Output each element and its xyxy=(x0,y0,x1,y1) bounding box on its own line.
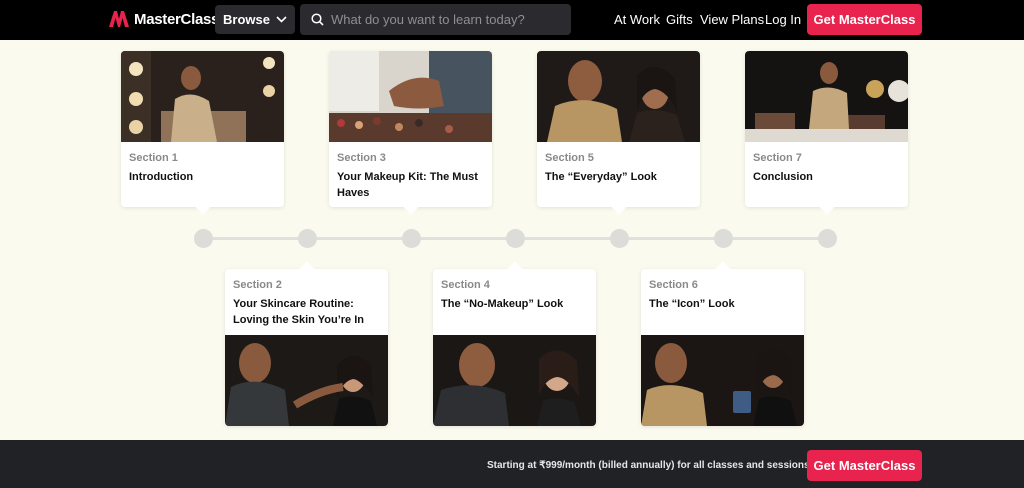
section-label: Section 6 xyxy=(649,279,698,291)
section-thumbnail xyxy=(121,51,284,142)
chevron-down-icon xyxy=(276,16,287,23)
browse-label: Browse xyxy=(223,12,270,27)
get-masterclass-footer-button[interactable]: Get MasterClass xyxy=(807,450,922,481)
section-card-1[interactable]: Section 1 Introduction xyxy=(121,51,284,215)
card-pointer xyxy=(610,197,628,215)
nav-link-log-in[interactable]: Log In xyxy=(765,12,801,27)
timeline-dot-4[interactable] xyxy=(506,229,525,248)
timeline-dot-3[interactable] xyxy=(402,229,421,248)
section-title: The “Everyday” Look xyxy=(545,171,657,183)
search-icon xyxy=(311,13,324,26)
timeline-dot-5[interactable] xyxy=(610,229,629,248)
section-title: Your Skincare Routine: Loving the Skin Y… xyxy=(233,298,364,326)
masterclass-logo[interactable]: MasterClass xyxy=(108,10,219,28)
timeline-dot-6[interactable] xyxy=(714,229,733,248)
card-pointer xyxy=(818,197,836,215)
section-title: The “No-Makeup” Look xyxy=(441,298,564,310)
section-label: Section 7 xyxy=(753,152,802,164)
section-card-7[interactable]: Section 7 Conclusion xyxy=(745,51,908,215)
section-title: Introduction xyxy=(129,171,194,183)
section-title: Conclusion xyxy=(753,171,813,183)
section-card-2[interactable]: Section 2 Your Skincare Routine: Loving … xyxy=(225,261,388,426)
timeline-dot-7[interactable] xyxy=(818,229,837,248)
section-label: Section 1 xyxy=(129,152,178,164)
brand-name: MasterClass xyxy=(134,10,220,28)
masterclass-logo-icon xyxy=(109,11,129,27)
pricing-text: Starting at ₹999/month (billed annually)… xyxy=(487,460,810,471)
section-label: Section 5 xyxy=(545,152,594,164)
section-thumbnail xyxy=(225,335,388,426)
timeline-dot-1[interactable] xyxy=(194,229,213,248)
nav-link-gifts[interactable]: Gifts xyxy=(666,12,693,27)
section-card-3[interactable]: Section 3 Your Makeup Kit: The Must Have… xyxy=(329,51,492,215)
nav-link-view-plans[interactable]: View Plans xyxy=(700,12,764,27)
get-masterclass-button[interactable]: Get MasterClass xyxy=(807,4,922,35)
browse-button[interactable]: Browse xyxy=(215,5,295,34)
search-input[interactable] xyxy=(331,12,551,27)
section-thumbnail xyxy=(641,335,804,426)
timeline-dot-2[interactable] xyxy=(298,229,317,248)
search-bar xyxy=(300,4,571,35)
section-thumbnail xyxy=(537,51,700,142)
section-thumbnail xyxy=(329,51,492,142)
section-title: The “Icon” Look xyxy=(649,298,735,310)
section-label: Section 4 xyxy=(441,279,490,291)
nav-link-at-work[interactable]: At Work xyxy=(614,12,660,27)
section-card-5[interactable]: Section 5 The “Everyday” Look xyxy=(537,51,700,215)
section-card-4[interactable]: Section 4 The “No-Makeup” Look xyxy=(433,261,596,426)
section-thumbnail xyxy=(433,335,596,426)
section-thumbnail xyxy=(745,51,908,142)
top-navigation-bar: MasterClass Browse At Work Gifts View Pl… xyxy=(0,0,1024,40)
section-label: Section 3 xyxy=(337,152,386,164)
pricing-footer-bar: Starting at ₹999/month (billed annually)… xyxy=(0,440,1024,488)
card-pointer xyxy=(194,197,212,215)
section-card-6[interactable]: Section 6 The “Icon” Look xyxy=(641,261,804,426)
section-label: Section 2 xyxy=(233,279,282,291)
